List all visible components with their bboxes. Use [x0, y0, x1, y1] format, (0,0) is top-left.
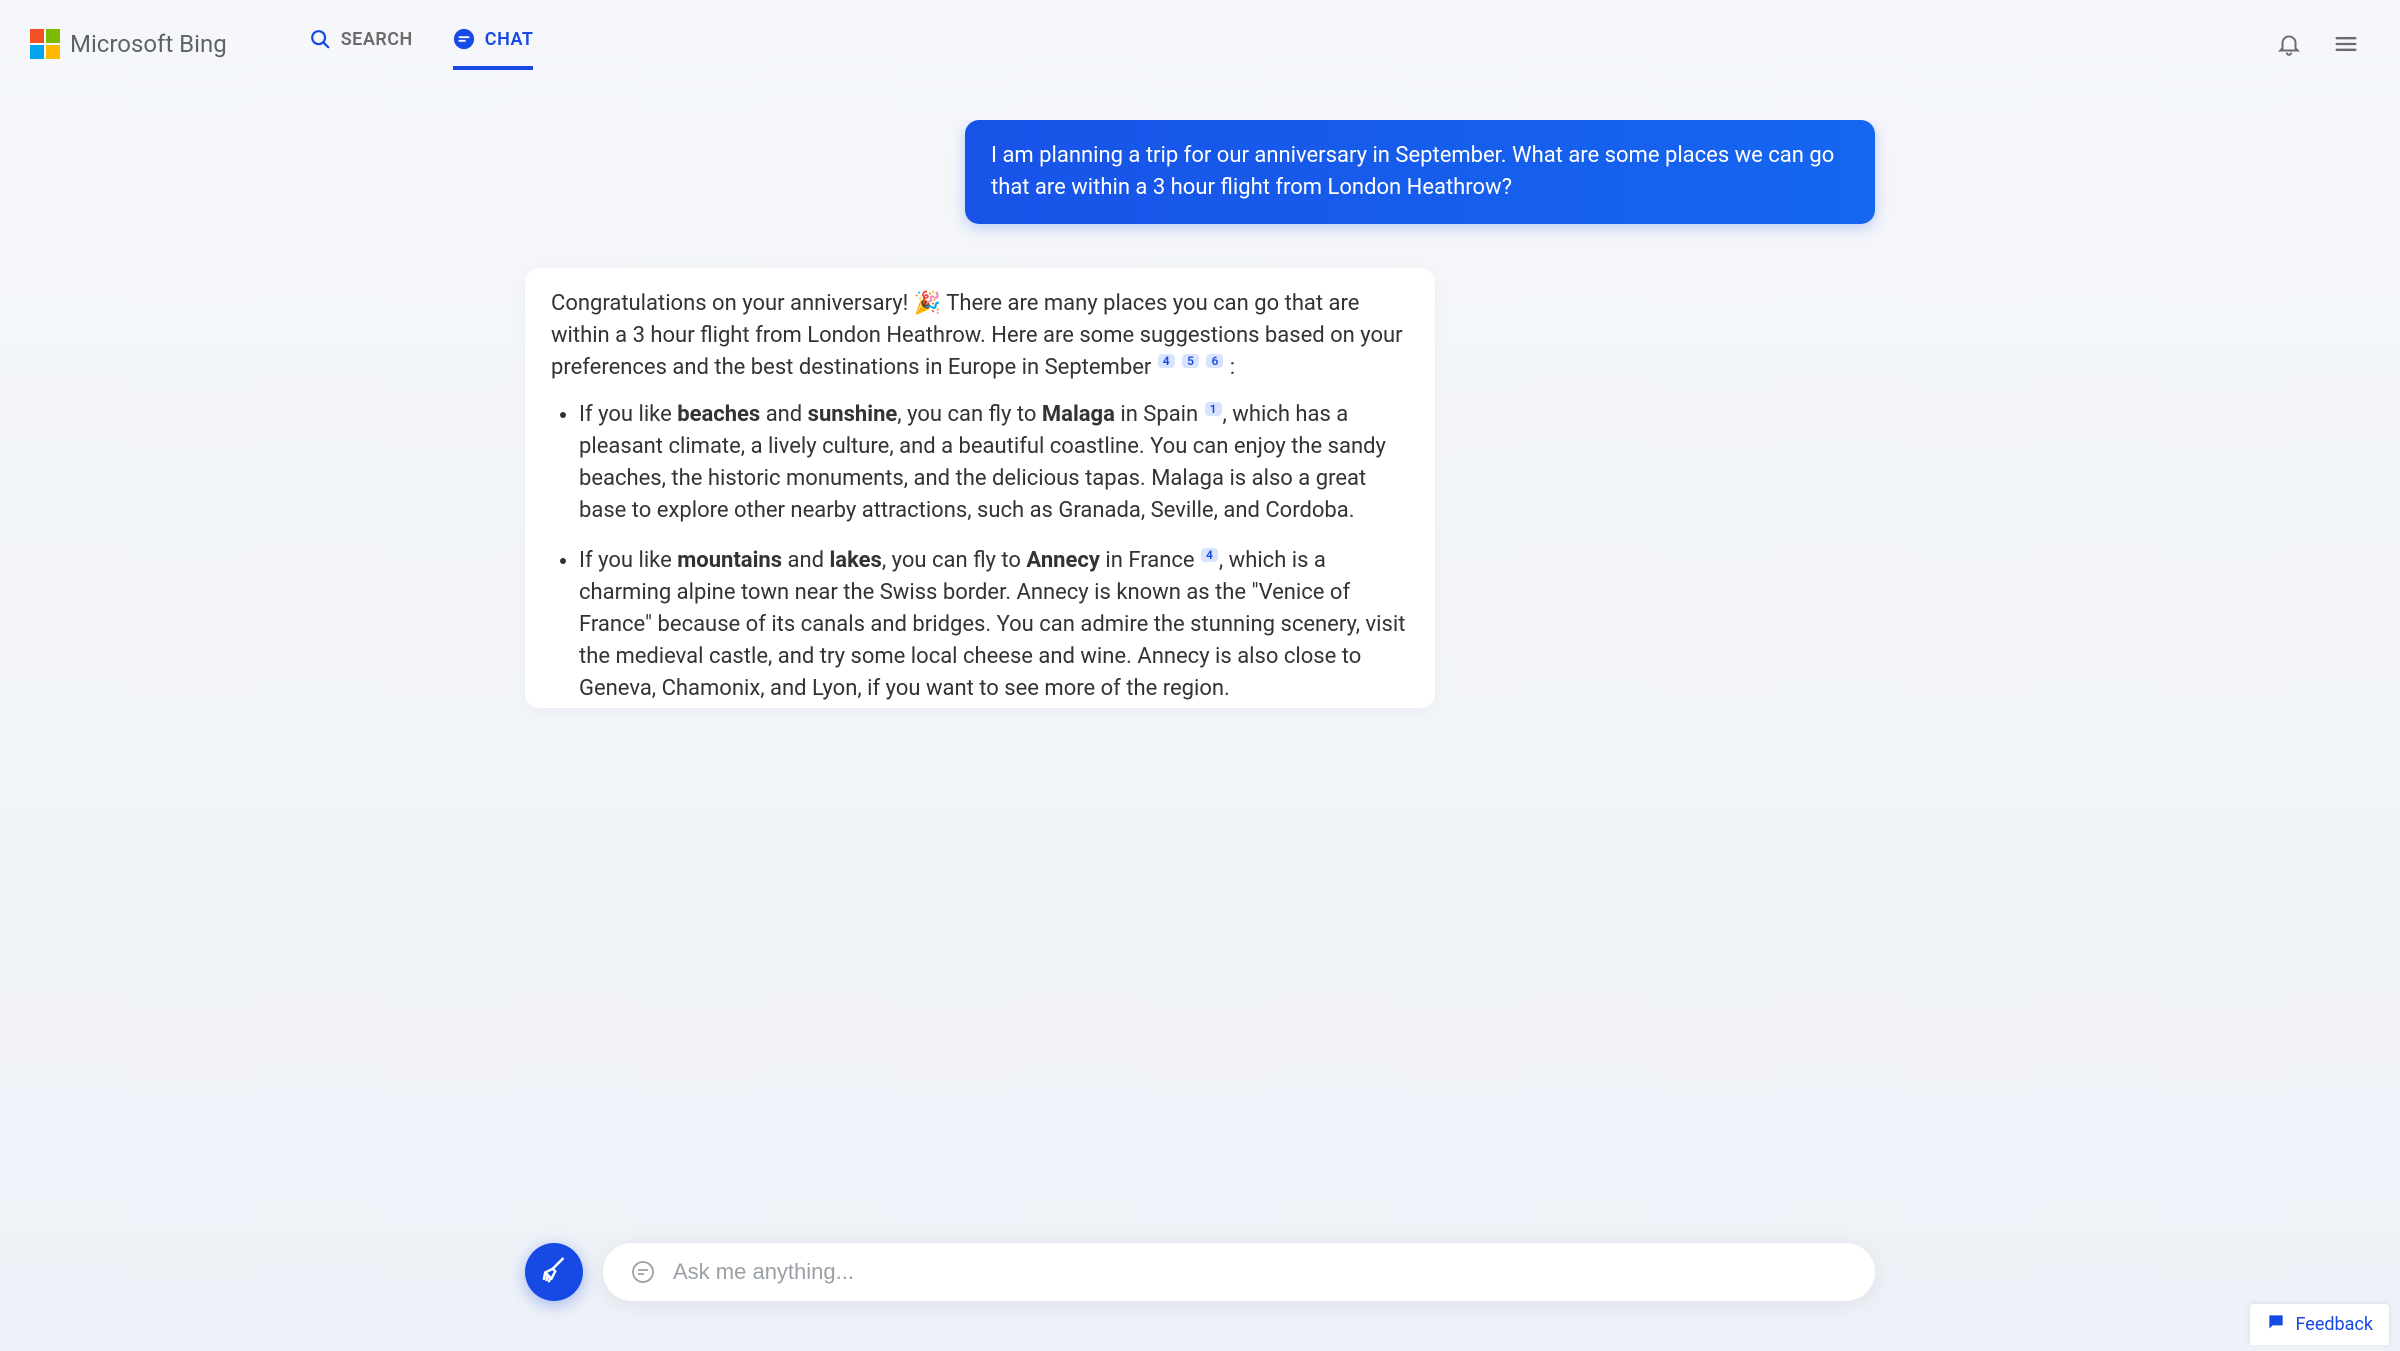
menu-button[interactable] — [2332, 30, 2360, 58]
header: Microsoft Bing SEARCH CHAT — [0, 0, 2400, 80]
microsoft-logo-icon — [30, 29, 60, 59]
brand-logo[interactable]: Microsoft Bing — [30, 29, 227, 59]
notifications-button[interactable] — [2276, 31, 2302, 57]
chat-icon — [453, 28, 475, 50]
citation-5[interactable]: 5 — [1182, 354, 1199, 368]
chat-input[interactable] — [673, 1259, 1847, 1285]
bot-intro: Congratulations on your anniversary! 🎉 T… — [551, 288, 1409, 384]
citation-4[interactable]: 4 — [1158, 354, 1175, 368]
tab-chat-label: CHAT — [485, 29, 534, 50]
feedback-icon — [2266, 1312, 2286, 1337]
citation-4b[interactable]: 4 — [1201, 548, 1218, 562]
new-topic-button[interactable] — [525, 1243, 583, 1301]
header-tabs: SEARCH CHAT — [309, 18, 534, 70]
list-item: If you like mountains and lakes, you can… — [579, 545, 1409, 704]
header-actions — [2276, 30, 2360, 58]
composer — [603, 1243, 1875, 1301]
tab-search-label: SEARCH — [341, 29, 413, 50]
list-item: If you like beaches and sunshine, you ca… — [579, 399, 1409, 527]
bot-message: Congratulations on your anniversary! 🎉 T… — [525, 268, 1435, 708]
user-message-row: I am planning a trip for our anniversary… — [525, 120, 1875, 224]
feedback-label: Feedback — [2296, 1314, 2373, 1335]
broom-icon — [539, 1255, 569, 1289]
tab-search[interactable]: SEARCH — [309, 18, 413, 70]
feedback-button[interactable]: Feedback — [2249, 1303, 2390, 1345]
composer-bar — [0, 1243, 2400, 1301]
tab-chat[interactable]: CHAT — [453, 18, 534, 70]
bot-intro-colon: : — [1230, 355, 1235, 380]
chat-input-icon — [631, 1260, 655, 1284]
bot-intro-text: Congratulations on your anniversary! 🎉 T… — [551, 291, 1403, 380]
brand-text: Microsoft Bing — [70, 30, 227, 58]
suggestions-list: If you like beaches and sunshine, you ca… — [551, 399, 1409, 707]
citation-1[interactable]: 1 — [1205, 402, 1222, 416]
citation-6[interactable]: 6 — [1206, 354, 1223, 368]
user-message: I am planning a trip for our anniversary… — [965, 120, 1875, 224]
chat-area: I am planning a trip for our anniversary… — [495, 120, 1905, 1231]
search-icon — [309, 28, 331, 50]
